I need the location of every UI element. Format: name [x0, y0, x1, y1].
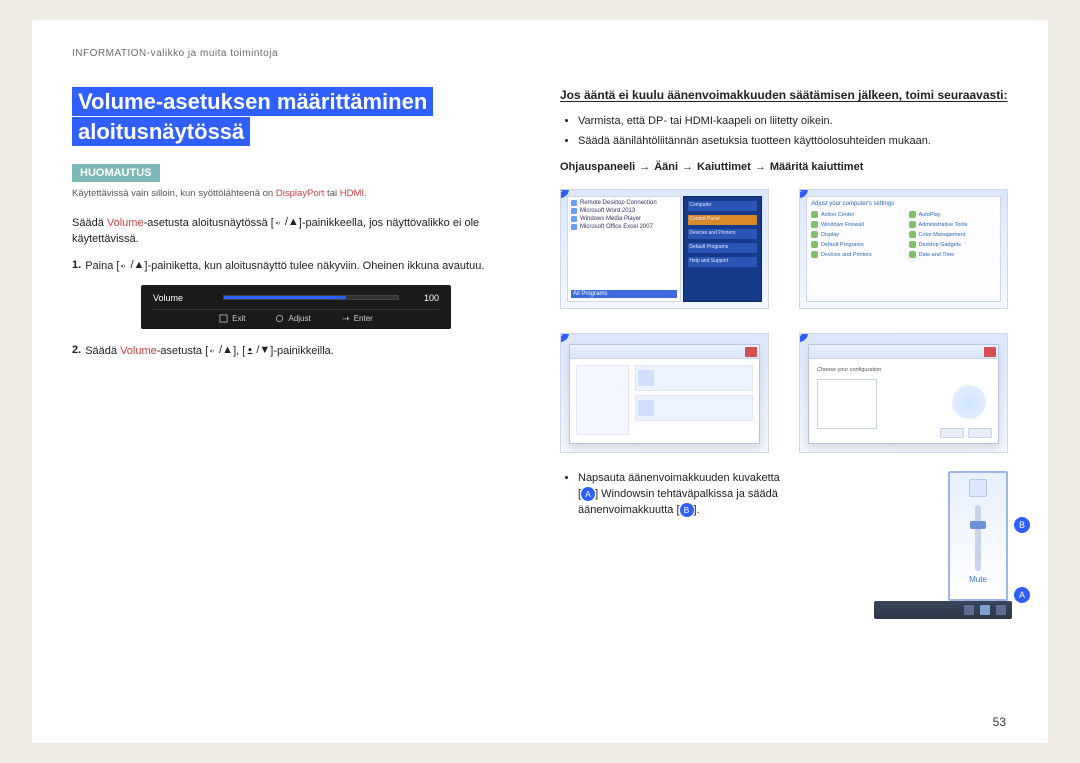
two-column-layout: Volume-asetuksen määrittäminen aloitusnä…: [72, 87, 1008, 601]
heading-line2: aloitusnäytössä: [72, 117, 250, 146]
volume-slider: [975, 505, 981, 571]
nav-path: Ohjauspaneeli→Ääni→Kaiuttimet→Määritä ka…: [560, 160, 1008, 175]
heading-line1: Volume-asetuksen määrittäminen: [72, 87, 433, 116]
vol-up-key-icon: /▲: [119, 258, 144, 274]
volume-mixer-figure: Mute B A: [948, 471, 1008, 601]
osd-enter: Enter: [341, 314, 373, 323]
note-text: Käytettävissä vain silloin, kun syöttölä…: [72, 188, 520, 201]
callout-b-inline: B: [680, 503, 694, 517]
note-hdmi: HDMI: [340, 188, 364, 199]
step-1: 1. Paina [/▲]-painiketta, kun aloitusnäy…: [72, 258, 520, 275]
breadcrumb: INFORMATION-valikko ja muita toimintoja: [72, 48, 1008, 59]
note-displayport: DisplayPort: [276, 188, 325, 199]
line: Napsauta äänenvoimakkuuden kuvaketta: [578, 472, 780, 484]
note-badge: HUOMAUTUS: [72, 164, 160, 182]
volume-word: Volume: [107, 217, 144, 229]
osd-value: 100: [409, 293, 439, 303]
tray-icon: [996, 605, 1006, 615]
step-number: 2.: [72, 343, 81, 360]
section-heading: Volume-asetuksen määrittäminen aloitusnä…: [72, 87, 520, 146]
right-column: Jos ääntä ei kuulu äänenvoimakkuuden sää…: [560, 87, 1008, 601]
step-number: 1.: [72, 258, 81, 275]
taskbar-volume-text: Napsauta äänenvoimakkuuden kuvaketta [A]…: [560, 471, 928, 523]
osd-volume-window: Volume 100 Exit Adjust Enter: [141, 285, 451, 329]
step-badge-4: 4: [799, 333, 808, 342]
callout-b: B: [1014, 517, 1030, 533]
page-number: 53: [993, 715, 1006, 729]
taskbar-volume-section: Napsauta äänenvoimakkuuden kuvaketta [A]…: [560, 471, 1008, 601]
tray-volume-icon: [980, 605, 990, 615]
vol-down-key-icon: /▼: [245, 343, 270, 359]
screenshot-control-panel: 2 Adjust your computer's settings Action…: [799, 189, 1008, 309]
osd-adjust: Adjust: [275, 314, 310, 323]
vol-up-key-icon: /▲: [208, 343, 233, 359]
callout-a: A: [1014, 587, 1030, 603]
screenshot-speaker-setup: 4 Choose your configuration: [799, 333, 1008, 453]
tray-icon: [964, 605, 974, 615]
callout-a-inline: A: [581, 487, 595, 501]
bullet-item: Säädä äänilähtöliitännän asetuksia tuott…: [578, 134, 1008, 150]
step-badge-3: 3: [560, 333, 569, 342]
screenshot-grid: 1 Remote Desktop Connection Microsoft Wo…: [560, 189, 1008, 453]
manual-page: INFORMATION-valikko ja muita toimintoja …: [32, 20, 1048, 743]
speaker-graphic: [952, 385, 986, 419]
bullet-item: Varmista, että DP- tai HDMI-kaapeli on l…: [578, 114, 1008, 130]
osd-slider: [223, 295, 399, 300]
close-icon: [984, 347, 996, 357]
screenshot-sound-dialog: 3: [560, 333, 769, 453]
start-menu-right: Computer Control Panel Devices and Print…: [683, 196, 762, 302]
osd-exit: Exit: [219, 314, 245, 323]
volume-word: Volume: [120, 345, 157, 357]
step-2: 2. Säädä Volume-asetusta [/▲], [/▼]-pain…: [72, 343, 520, 360]
screenshot-start-menu: 1 Remote Desktop Connection Microsoft Wo…: [560, 189, 769, 309]
mute-label: Mute: [950, 575, 1006, 584]
speaker-icon: [638, 400, 654, 416]
speaker-icon: [638, 370, 654, 386]
intro-paragraph: Säädä Volume-asetusta aloitusnäytössä [/…: [72, 215, 520, 248]
vol-up-key-icon: /▲: [274, 215, 299, 231]
start-menu-left: Remote Desktop Connection Microsoft Word…: [567, 196, 681, 302]
troubleshoot-heading: Jos ääntä ei kuulu äänenvoimakkuuden sää…: [560, 87, 1008, 104]
bullet-list: Varmista, että DP- tai HDMI-kaapeli on l…: [560, 114, 1008, 150]
left-column: Volume-asetuksen määrittäminen aloitusnä…: [72, 87, 520, 601]
all-programs: All Programs: [571, 290, 677, 298]
close-icon: [745, 347, 757, 357]
speaker-icon: [969, 479, 987, 497]
taskbar: [874, 601, 1012, 619]
osd-label: Volume: [153, 293, 213, 303]
